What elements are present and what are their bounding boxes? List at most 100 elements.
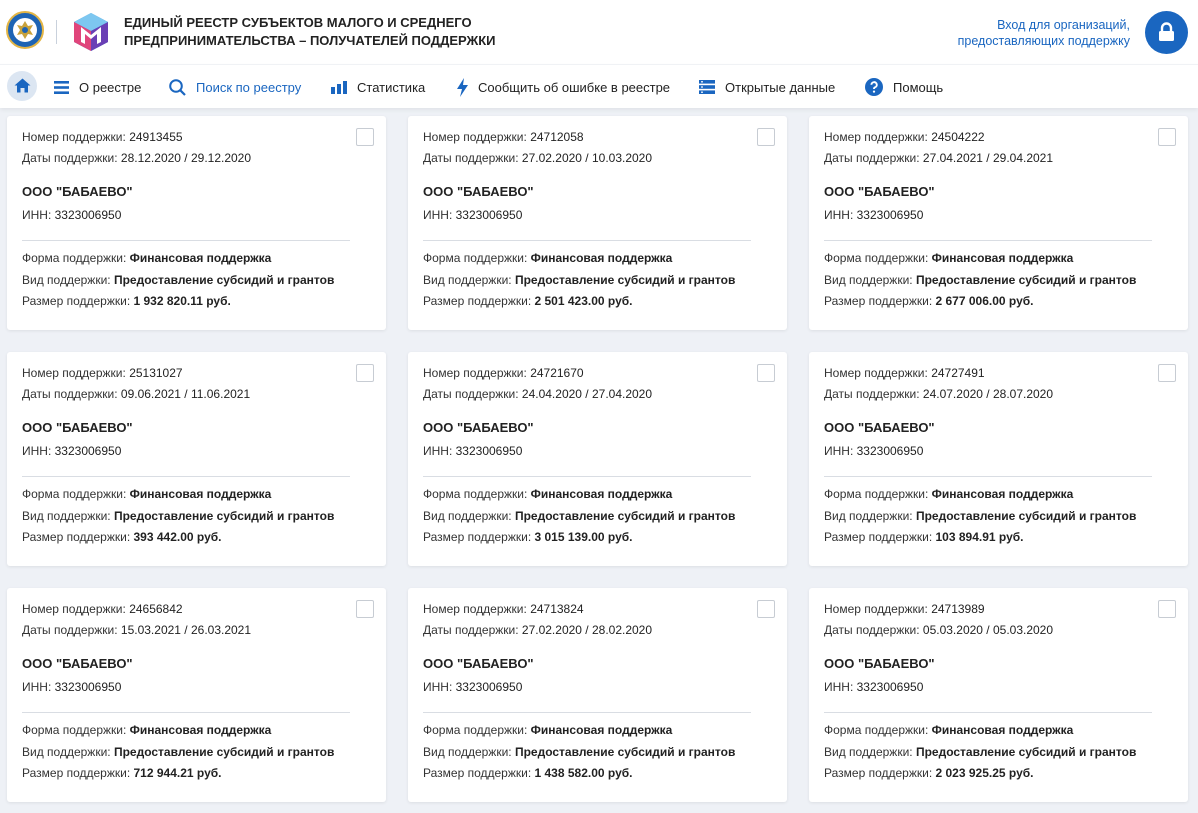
site-title-line2: ПРЕДПРИНИМАТЕЛЬСТВА – ПОЛУЧАТЕЛЕЙ ПОДДЕР… (124, 33, 496, 48)
inn-label: ИНН: (22, 444, 55, 458)
org-login-link[interactable]: Вход для организаций, предоставляющих по… (870, 17, 1130, 49)
support-card[interactable]: Номер поддержки: 24713824 Даты поддержки:… (408, 588, 787, 802)
support-card[interactable]: Номер поддержки: 24727491 Даты поддержки:… (809, 352, 1188, 566)
support-dates-row: Даты поддержки: 27.02.2020 / 10.03.2020 (423, 150, 652, 166)
card-divider (824, 476, 1152, 477)
login-button[interactable] (1145, 11, 1188, 54)
support-kind-row: Вид поддержки: Предоставление субсидий и… (22, 272, 334, 288)
nav-about-label[interactable]: О реестре (79, 80, 141, 95)
nav-search-label[interactable]: Поиск по реестру (196, 80, 301, 95)
support-kind-label: Вид поддержки: (824, 745, 916, 759)
inn-value: 3323006950 (54, 444, 122, 458)
org-name[interactable]: ООО "БАБАЕВО" (824, 420, 935, 435)
support-dates-label: Даты поддержки: (22, 387, 121, 401)
support-form-row: Форма поддержки: Финансовая поддержка (423, 486, 672, 502)
support-card[interactable]: Номер поддержки: 24504222 Даты поддержки:… (809, 116, 1188, 330)
fns-emblem-icon[interactable] (6, 11, 44, 49)
nav-search[interactable]: Поиск по реестру (169, 65, 301, 109)
support-dates-value: 27.02.2020 / 28.02.2020 (521, 623, 653, 637)
nav-report-error[interactable]: Сообщить об ошибке в реестре (457, 65, 670, 109)
support-form-value: Финансовая поддержка (931, 723, 1074, 737)
nav-open-data-label[interactable]: Открытые данные (725, 80, 835, 95)
card-select-checkbox[interactable] (1158, 600, 1176, 618)
support-card[interactable]: Номер поддержки: 24713989 Даты поддержки:… (809, 588, 1188, 802)
nav-open-data[interactable]: Открытые данные (699, 65, 835, 109)
inn-row: ИНН: 3323006950 (22, 679, 121, 695)
inn-label: ИНН: (22, 208, 55, 222)
org-name[interactable]: ООО "БАБАЕВО" (824, 184, 935, 199)
support-kind-label: Вид поддержки: (824, 273, 916, 287)
home-button[interactable] (7, 71, 37, 101)
org-name[interactable]: ООО "БАБАЕВО" (22, 420, 133, 435)
support-dates-row: Даты поддержки: 27.04.2021 / 29.04.2021 (824, 150, 1053, 166)
support-card[interactable]: Номер поддержки: 25131027 Даты поддержки:… (7, 352, 386, 566)
nav-about[interactable]: О реестре (54, 65, 141, 109)
support-form-row: Форма поддержки: Финансовая поддержка (824, 250, 1073, 266)
card-select-checkbox[interactable] (757, 364, 775, 382)
nav-help-label[interactable]: Помощь (893, 80, 943, 95)
support-dates-label: Даты поддержки: (824, 623, 923, 637)
card-select-checkbox[interactable] (757, 128, 775, 146)
inn-row: ИНН: 3323006950 (824, 679, 923, 695)
inn-row: ИНН: 3323006950 (22, 443, 121, 459)
support-number-row: Номер поддержки: 24713824 (423, 601, 584, 617)
card-divider (824, 240, 1152, 241)
support-size-label: Размер поддержки: (423, 530, 535, 544)
support-form-row: Форма поддержки: Финансовая поддержка (423, 722, 672, 738)
nav-help[interactable]: Помощь (865, 65, 943, 109)
org-name[interactable]: ООО "БАБАЕВО" (22, 184, 133, 199)
support-card[interactable]: Номер поддержки: 24721670 Даты поддержки:… (408, 352, 787, 566)
support-size-value: 712 944.21 руб. (133, 766, 222, 780)
org-name[interactable]: ООО "БАБАЕВО" (423, 420, 534, 435)
support-size-value: 393 442.00 руб. (133, 530, 222, 544)
card-select-checkbox[interactable] (356, 600, 374, 618)
card-select-checkbox[interactable] (757, 600, 775, 618)
org-name[interactable]: ООО "БАБАЕВО" (824, 656, 935, 671)
support-dates-row: Даты поддержки: 24.04.2020 / 27.04.2020 (423, 386, 652, 402)
support-kind-value: Предоставление субсидий и грантов (514, 509, 736, 523)
org-name[interactable]: ООО "БАБАЕВО" (423, 656, 534, 671)
support-card[interactable]: Номер поддержки: 24913455 Даты поддержки:… (7, 116, 386, 330)
card-divider (22, 712, 350, 713)
registry-logo-icon[interactable] (72, 12, 110, 57)
inn-label: ИНН: (824, 208, 857, 222)
org-login-line1[interactable]: Вход для организаций, (870, 17, 1130, 33)
logo-divider (56, 20, 57, 44)
nav-report-error-label[interactable]: Сообщить об ошибке в реестре (478, 80, 670, 95)
support-kind-row: Вид поддержки: Предоставление субсидий и… (22, 744, 334, 760)
support-number-value: 25131027 (129, 366, 183, 380)
card-select-checkbox[interactable] (356, 128, 374, 146)
support-form-label: Форма поддержки: (22, 723, 130, 737)
card-divider (22, 240, 350, 241)
support-kind-label: Вид поддержки: (423, 509, 515, 523)
support-number-value: 24656842 (129, 602, 183, 616)
support-size-label: Размер поддержки: (824, 766, 936, 780)
nav-statistics[interactable]: Статистика (331, 65, 425, 109)
support-card[interactable]: Номер поддержки: 24656842 Даты поддержки:… (7, 588, 386, 802)
support-form-value: Финансовая поддержка (129, 723, 272, 737)
org-login-line2[interactable]: предоставляющих поддержку (870, 33, 1130, 49)
org-name[interactable]: ООО "БАБАЕВО" (22, 656, 133, 671)
support-size-row: Размер поддержки: 1 438 582.00 руб. (423, 765, 633, 781)
support-dates-value: 15.03.2021 / 26.03.2021 (120, 623, 252, 637)
support-size-label: Размер поддержки: (22, 766, 134, 780)
support-card[interactable]: Номер поддержки: 24712058 Даты поддержки:… (408, 116, 787, 330)
support-size-row: Размер поддержки: 2 501 423.00 руб. (423, 293, 633, 309)
support-form-label: Форма поддержки: (423, 251, 531, 265)
support-number-label: Номер поддержки: (824, 366, 932, 380)
card-select-checkbox[interactable] (1158, 128, 1176, 146)
nav-statistics-label[interactable]: Статистика (357, 80, 425, 95)
support-kind-row: Вид поддержки: Предоставление субсидий и… (423, 272, 735, 288)
support-dates-label: Даты поддержки: (423, 387, 522, 401)
support-dates-value: 27.02.2020 / 10.03.2020 (521, 151, 653, 165)
org-name[interactable]: ООО "БАБАЕВО" (423, 184, 534, 199)
card-select-checkbox[interactable] (356, 364, 374, 382)
card-select-checkbox[interactable] (1158, 364, 1176, 382)
support-number-label: Номер поддержки: (22, 130, 130, 144)
inn-value: 3323006950 (455, 208, 523, 222)
support-size-label: Размер поддержки: (22, 294, 134, 308)
support-dates-label: Даты поддержки: (22, 623, 121, 637)
inn-value: 3323006950 (856, 680, 924, 694)
support-form-value: Финансовая поддержка (931, 251, 1074, 265)
support-size-label: Размер поддержки: (423, 766, 535, 780)
